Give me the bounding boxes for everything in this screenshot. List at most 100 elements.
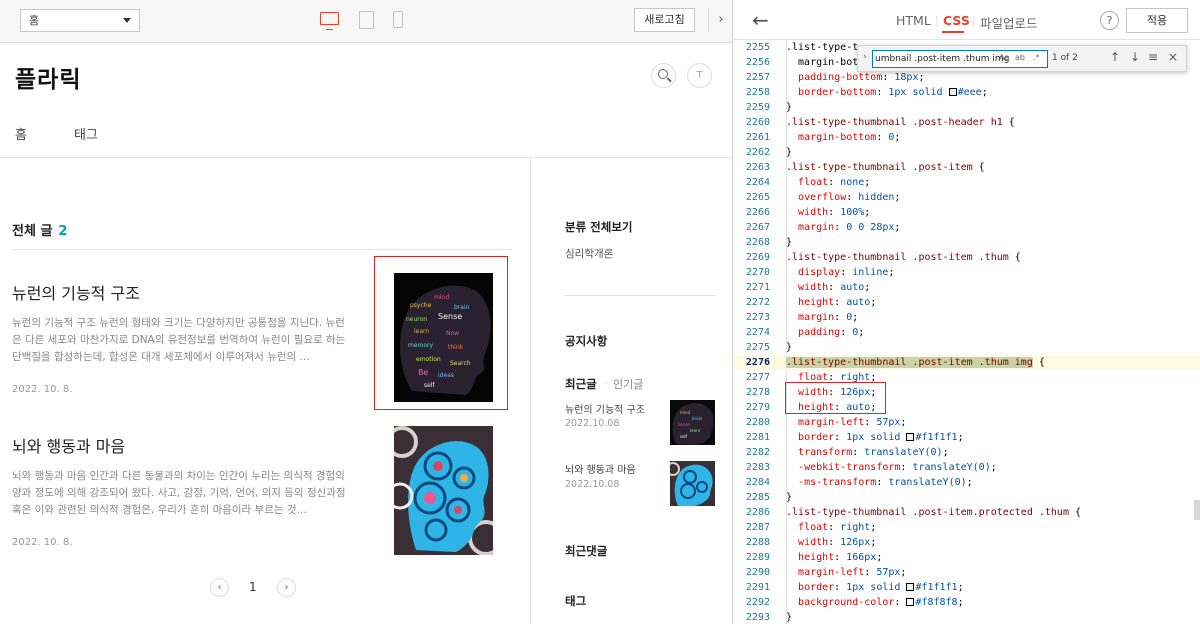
code-line[interactable]: 2288 width: 126px; bbox=[734, 535, 1200, 550]
code-text: margin-left: 57px; bbox=[798, 417, 907, 428]
code-line[interactable]: 2272 height: auto; bbox=[734, 295, 1200, 310]
code-line[interactable]: 2258 border-bottom: 1px solid #eee; bbox=[734, 85, 1200, 100]
desktop-view-icon[interactable] bbox=[320, 12, 339, 30]
post-count: 2 bbox=[58, 224, 68, 239]
collapse-panel-icon[interactable]: › bbox=[708, 8, 732, 32]
code-line[interactable]: 2260 .list-type-thumbnail .post-header h1… bbox=[734, 115, 1200, 130]
recent-post-title[interactable]: 뉴런의 기능적 구조 bbox=[565, 401, 645, 416]
code-text: .list-type-t bbox=[786, 42, 859, 53]
code-line[interactable]: 2259} bbox=[734, 100, 1200, 115]
nav-tag[interactable]: 태그 bbox=[74, 124, 98, 143]
code-text: float: right; bbox=[798, 522, 877, 533]
pager-next-button[interactable]: › bbox=[277, 578, 296, 597]
back-arrow-icon[interactable]: ← bbox=[752, 8, 769, 32]
tab-file-upload[interactable]: 파일업로드 bbox=[980, 13, 1038, 32]
code-line[interactable]: 2282 transform: translateY(0); bbox=[734, 445, 1200, 460]
line-number: 2269 bbox=[745, 252, 770, 263]
code-line[interactable]: 2263 .list-type-thumbnail .post-item { bbox=[734, 160, 1200, 175]
tab-recent-posts[interactable]: 최근글 bbox=[565, 376, 597, 392]
post-thumbnail[interactable] bbox=[394, 426, 493, 555]
code-line[interactable]: 2257 padding-bottom: 18px; bbox=[734, 70, 1200, 85]
line-number: 2274 bbox=[745, 327, 770, 338]
refresh-button[interactable]: 새로고침 bbox=[634, 8, 695, 32]
line-number: 2265 bbox=[745, 192, 770, 203]
tablet-view-icon[interactable] bbox=[359, 11, 374, 29]
find-toggle-replace-icon[interactable]: › bbox=[863, 52, 867, 62]
code-line[interactable]: 2281 border: 1px solid #f1f1f1; bbox=[734, 430, 1200, 445]
code-line[interactable]: 2262} bbox=[734, 145, 1200, 160]
post-item[interactable]: 뇌와 행동과 마음 뇌와 행동과 마음 인간과 다른 동물과의 차이는 인간이 … bbox=[12, 433, 352, 548]
code-text: margin-left: 57px; bbox=[798, 567, 907, 578]
recent-post-title[interactable]: 뇌와 행동과 마음 bbox=[565, 461, 636, 476]
pager-prev-button[interactable]: ‹ bbox=[210, 578, 229, 597]
code-line[interactable]: 2289 height: 166px; bbox=[734, 550, 1200, 565]
code-line[interactable]: 2293} bbox=[734, 610, 1200, 624]
code-line[interactable]: 2271 width: auto; bbox=[734, 280, 1200, 295]
tab-html[interactable]: HTML bbox=[896, 13, 931, 28]
nav-home[interactable]: 홈 bbox=[15, 124, 27, 143]
category-title[interactable]: 분류 전체보기 bbox=[565, 219, 632, 235]
find-previous-icon[interactable]: ↑ bbox=[1110, 50, 1120, 64]
line-number: 2278 bbox=[745, 387, 770, 398]
apply-button[interactable]: 적용 bbox=[1126, 8, 1188, 33]
line-number: 2276 bbox=[745, 357, 770, 368]
post-item[interactable]: 뉴런의 기능적 구조 뉴런의 기능적 구조 뉴런의 형태와 크기는 다양하지만 … bbox=[12, 280, 352, 395]
code-line[interactable]: 2268} bbox=[734, 235, 1200, 250]
code-line[interactable]: 2265 overflow: hidden; bbox=[734, 190, 1200, 205]
blog-title[interactable]: 플라릭 bbox=[15, 60, 81, 94]
code-line[interactable]: 2269 .list-type-thumbnail .post-item .thu… bbox=[734, 250, 1200, 265]
line-number: 2285 bbox=[745, 492, 770, 503]
code-text: } bbox=[786, 102, 793, 113]
recent-post-thumbnail[interactable] bbox=[670, 461, 715, 506]
close-find-icon[interactable]: × bbox=[1168, 50, 1178, 64]
line-number: 2264 bbox=[745, 177, 770, 188]
post-title[interactable]: 뇌와 행동과 마음 bbox=[12, 433, 352, 457]
code-line[interactable]: 2290 margin-left: 57px; bbox=[734, 565, 1200, 580]
code-text: width: 100%; bbox=[798, 207, 871, 218]
help-icon[interactable]: ? bbox=[1100, 11, 1119, 30]
code-text: } bbox=[786, 612, 793, 623]
code-line[interactable]: 2276 .list-type-thumbnail .post-item .thu… bbox=[734, 355, 1200, 370]
pager-current-page[interactable]: 1 bbox=[249, 580, 257, 594]
line-number: 2281 bbox=[745, 432, 770, 443]
recent-post-thumbnail[interactable]: mind brain sense learn self bbox=[670, 400, 715, 445]
code-line[interactable]: 2287 float: right; bbox=[734, 520, 1200, 535]
code-line[interactable]: 2267 margin: 0 0 28px; bbox=[734, 220, 1200, 235]
code-line[interactable]: 2274 padding: 0; bbox=[734, 325, 1200, 340]
svg-text:sense: sense bbox=[678, 422, 690, 427]
code-line[interactable]: 2285} bbox=[734, 490, 1200, 505]
find-next-icon[interactable]: ↓ bbox=[1130, 50, 1140, 64]
page-select[interactable]: 홈 bbox=[20, 9, 140, 32]
user-icon[interactable]: T bbox=[687, 63, 712, 88]
post-date: 2022. 10. 8. bbox=[12, 384, 73, 395]
code-line[interactable]: 2273 margin: 0; bbox=[734, 310, 1200, 325]
tab-css[interactable]: CSS bbox=[943, 13, 970, 28]
tab-separator: | bbox=[972, 14, 976, 27]
code-line[interactable]: 2286 .list-type-thumbnail .post-item.prot… bbox=[734, 505, 1200, 520]
search-button[interactable] bbox=[651, 63, 676, 88]
line-number: 2277 bbox=[745, 372, 770, 383]
code-line[interactable]: 2292 background-color: #f8f8f8; bbox=[734, 595, 1200, 610]
code-line[interactable]: 2266 width: 100%; bbox=[734, 205, 1200, 220]
code-line[interactable]: 2261 margin-bottom: 0; bbox=[734, 130, 1200, 145]
find-in-selection-icon[interactable]: ≡ bbox=[1148, 50, 1158, 64]
code-line[interactable]: 2280 margin-left: 57px; bbox=[734, 415, 1200, 430]
mobile-view-icon[interactable] bbox=[393, 11, 403, 28]
code-line[interactable]: 2275} bbox=[734, 340, 1200, 355]
regex-option[interactable]: .* bbox=[1033, 53, 1040, 62]
code-line[interactable]: 2283 -webkit-transform: translateY(0); bbox=[734, 460, 1200, 475]
code-text: border: 1px solid #f1f1f1; bbox=[798, 582, 964, 593]
css-code-editor[interactable]: 2255 .list-type-t 2256 margin-bott 2257 pad… bbox=[734, 40, 1200, 624]
post-title[interactable]: 뉴런의 기능적 구조 bbox=[12, 280, 352, 304]
line-number: 2283 bbox=[745, 462, 770, 473]
match-word-option[interactable]: ab bbox=[1015, 53, 1025, 62]
scrollbar-marker[interactable] bbox=[1194, 500, 1200, 520]
tab-popular-posts[interactable]: 인기글 bbox=[613, 376, 643, 392]
category-item[interactable]: 심리학개론 bbox=[565, 246, 613, 261]
match-case-option[interactable]: Aa bbox=[999, 53, 1009, 62]
code-line[interactable]: 2270 display: inline; bbox=[734, 265, 1200, 280]
line-number: 2292 bbox=[745, 597, 770, 608]
code-line[interactable]: 2284 -ms-transform: translateY(0); bbox=[734, 475, 1200, 490]
code-line[interactable]: 2264 float: none; bbox=[734, 175, 1200, 190]
code-line[interactable]: 2291 border: 1px solid #f1f1f1; bbox=[734, 580, 1200, 595]
